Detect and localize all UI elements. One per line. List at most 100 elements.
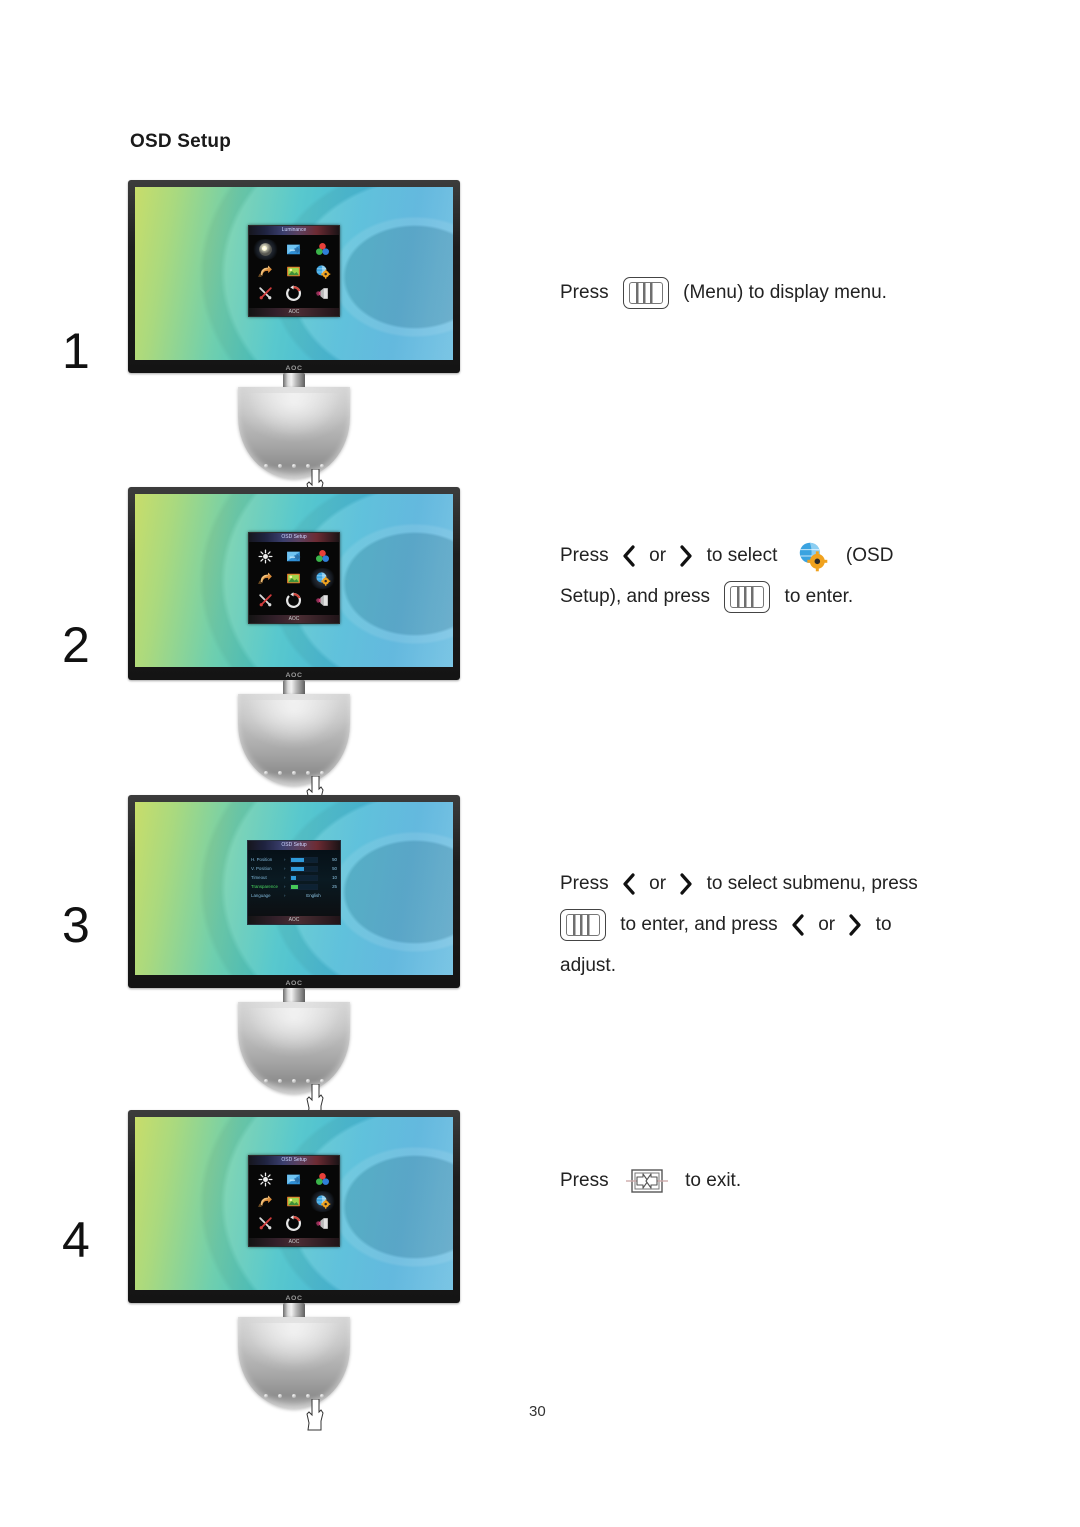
osd-main-menu: Luminance: [248, 225, 340, 317]
osd-cell-reset[interactable]: [281, 284, 306, 303]
osd-setup-icon: [316, 572, 331, 586]
osd-main-menu: OSD Setup: [248, 1155, 340, 1247]
osd-cell-exit[interactable]: [310, 591, 335, 610]
osd-cell-reset[interactable]: [281, 1214, 306, 1233]
osd-cell-image-setup[interactable]: [281, 547, 306, 566]
osd-titlebar: OSD Setup: [249, 533, 339, 542]
control-button-3[interactable]: [292, 464, 296, 468]
osd-cell-exit[interactable]: [310, 284, 335, 303]
control-button-4[interactable]: [306, 464, 310, 468]
osd-cell-osd-setup[interactable]: [308, 1191, 337, 1212]
osd-cell-luminance[interactable]: [253, 547, 278, 566]
instruction-line: Press or to select (OSD: [560, 535, 1030, 576]
row-label: V. Position: [251, 866, 272, 871]
reset-icon: [286, 592, 302, 608]
monitor-stand: [128, 680, 460, 808]
control-button-3[interactable]: [292, 1394, 296, 1398]
osd-cell-extra[interactable]: [253, 1214, 278, 1233]
hand-cursor-icon: [306, 1399, 324, 1431]
monitor-screen: OSD Setup: [135, 494, 453, 667]
submenu-row-transparence[interactable]: Transparence › 25: [251, 882, 337, 891]
control-button-2[interactable]: [278, 464, 282, 468]
monitor-screen: OSD Setup H. Position › 50 V. Position ›…: [135, 802, 453, 975]
control-button-4[interactable]: [306, 1394, 310, 1398]
osd-menu-title: OSD Setup: [281, 534, 307, 540]
osd-submenu-rows: H. Position › 50 V. Position › 50 Timeou…: [248, 850, 340, 916]
control-button-5[interactable]: [320, 1394, 324, 1398]
control-button-5[interactable]: [320, 464, 324, 468]
osd-cell-color-setup[interactable]: [310, 240, 335, 259]
osd-cell-picture-preview[interactable]: [281, 1192, 306, 1211]
row-slider[interactable]: [290, 856, 318, 863]
control-buttons[interactable]: [238, 1079, 350, 1083]
control-button-2[interactable]: [278, 1079, 282, 1083]
osd-cell-picture-preview[interactable]: [281, 262, 306, 281]
osd-cell-reset[interactable]: [281, 591, 306, 610]
chevron-left-icon: [623, 872, 635, 895]
control-button-1[interactable]: [264, 464, 268, 468]
control-button-1[interactable]: [264, 1079, 268, 1083]
instruction-line: Press or to select submenu, press: [560, 863, 1030, 904]
osd-cell-picture-preview[interactable]: [281, 569, 306, 588]
osd-titlebar: OSD Setup: [249, 1156, 339, 1165]
picture-boost-icon: [258, 1195, 273, 1207]
control-buttons[interactable]: [238, 1394, 350, 1398]
stand-base: [238, 1317, 350, 1409]
osd-cell-picture-boost[interactable]: [253, 262, 278, 281]
submenu-row-v-position[interactable]: V. Position › 50: [251, 864, 337, 873]
row-label: Language: [251, 893, 271, 898]
osd-cell-color-setup[interactable]: [310, 547, 335, 566]
submenu-row-h-position[interactable]: H. Position › 50: [251, 855, 337, 864]
chevron-left-icon: [792, 913, 804, 936]
monitor-bezel: Luminance: [128, 180, 460, 373]
exit-button-icon: [625, 1168, 668, 1193]
exit-icon: [315, 288, 328, 299]
osd-cell-picture-boost[interactable]: [253, 1192, 278, 1211]
control-button-1[interactable]: [264, 771, 268, 775]
control-button-5[interactable]: [320, 771, 324, 775]
row-slider[interactable]: [290, 865, 318, 872]
row-slider[interactable]: [290, 874, 318, 881]
submenu-row-language[interactable]: Language › English: [251, 891, 337, 900]
osd-cell-image-setup[interactable]: [281, 1170, 306, 1189]
control-button-1[interactable]: [264, 1394, 268, 1398]
osd-icon-grid: [249, 235, 339, 308]
base-sheen: [246, 1007, 342, 1052]
osd-cell-luminance[interactable]: [253, 1170, 278, 1189]
instruction-text: Setup), and press: [560, 586, 716, 607]
row-slider[interactable]: [290, 883, 318, 890]
osd-cell-picture-boost[interactable]: [253, 569, 278, 588]
osd-cell-image-setup[interactable]: [281, 240, 306, 259]
chevron-right-icon: [680, 544, 692, 567]
menu-button-icon: [622, 276, 669, 309]
control-buttons[interactable]: [238, 464, 350, 468]
control-button-2[interactable]: [278, 771, 282, 775]
control-button-3[interactable]: [292, 1079, 296, 1083]
osd-cell-osd-setup[interactable]: [310, 262, 335, 281]
step-number-1: 1: [62, 323, 90, 379]
osd-cell-osd-setup[interactable]: [308, 568, 337, 589]
step-number-4: 4: [62, 1212, 90, 1268]
osd-cell-extra[interactable]: [253, 591, 278, 610]
control-button-4[interactable]: [306, 1079, 310, 1083]
control-buttons[interactable]: [238, 771, 350, 775]
picture-preview-icon: [287, 573, 301, 584]
row-value: 50: [332, 866, 337, 871]
row-value: 10: [332, 875, 337, 880]
submenu-row-timeout[interactable]: Timeout › 10: [251, 873, 337, 882]
row-label: Transparence: [251, 884, 278, 889]
osd-cell-luminance[interactable]: [251, 239, 280, 260]
control-button-5[interactable]: [320, 1079, 324, 1083]
osd-cell-extra[interactable]: [253, 284, 278, 303]
monitor-bezel: OSD Setup H. Position › 50 V. Position ›…: [128, 795, 460, 988]
instruction-line: Setup), and press to enter.: [560, 576, 1030, 617]
instruction-text: to select: [701, 545, 783, 566]
osd-cell-exit[interactable]: [310, 1214, 335, 1233]
instruction-text: to enter.: [779, 586, 854, 607]
instruction-text: Press: [560, 282, 614, 303]
control-button-3[interactable]: [292, 771, 296, 775]
control-button-2[interactable]: [278, 1394, 282, 1398]
image-setup-icon: [287, 244, 301, 255]
control-button-4[interactable]: [306, 771, 310, 775]
osd-cell-color-setup[interactable]: [310, 1170, 335, 1189]
